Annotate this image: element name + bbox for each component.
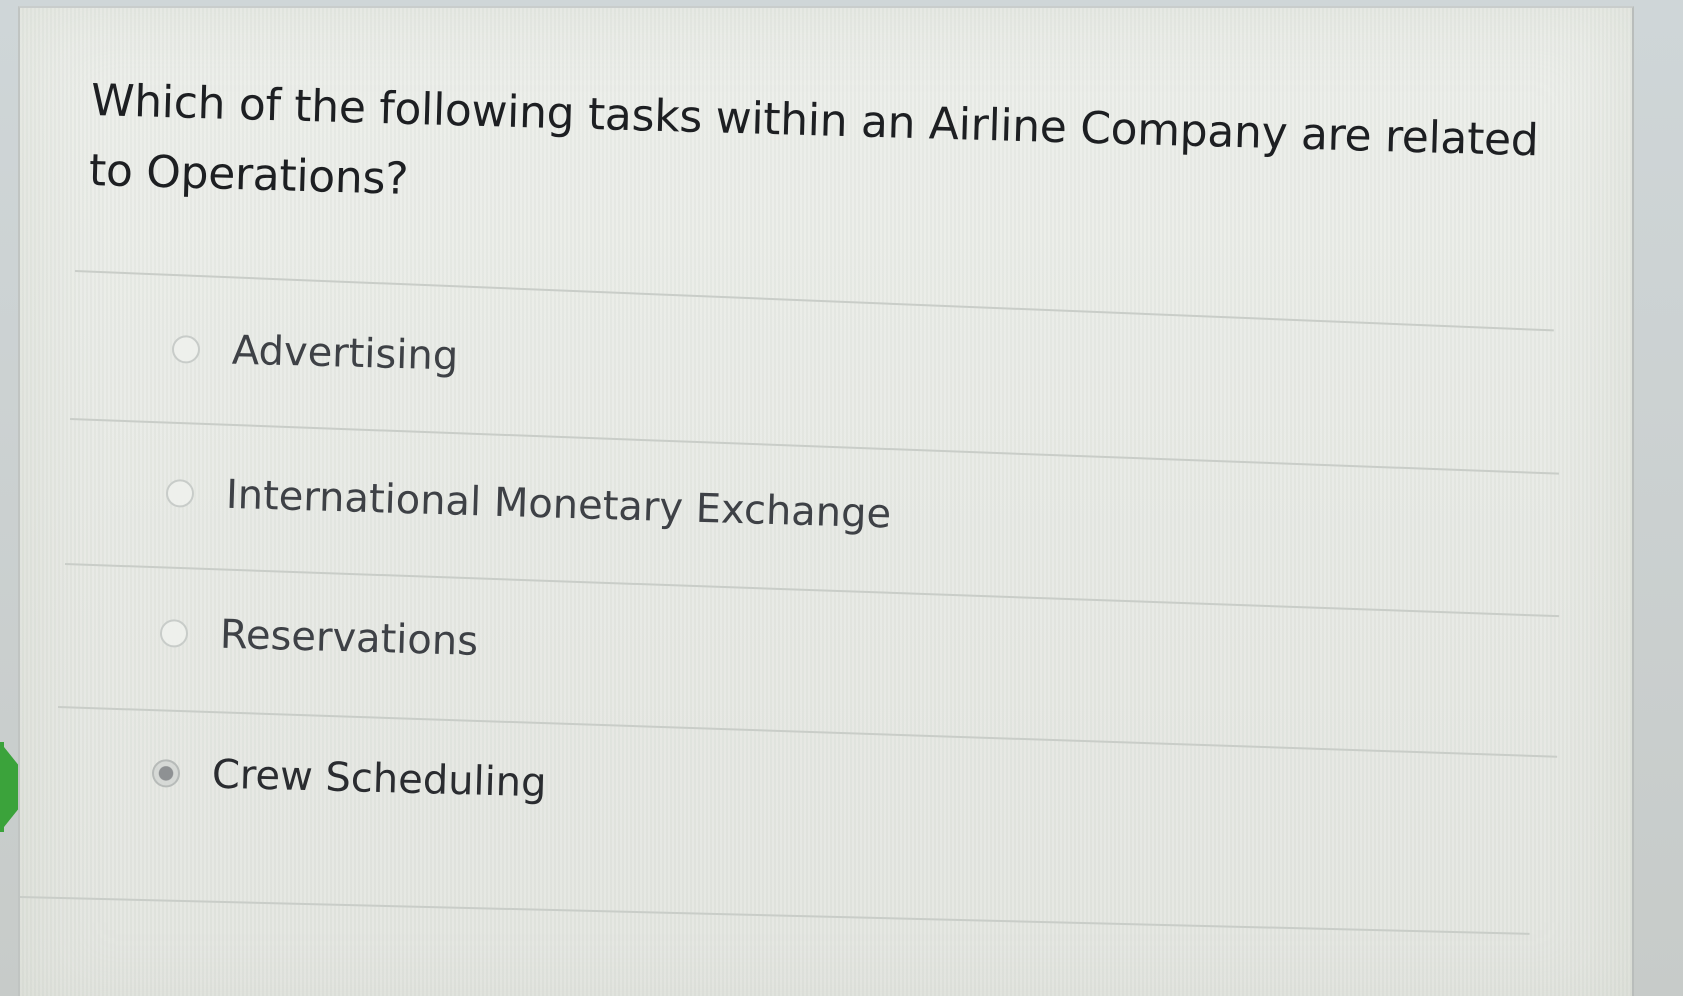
option-divider xyxy=(74,270,1554,332)
option-advertising[interactable]: Advertising xyxy=(171,326,459,380)
option-advertising-label: Advertising xyxy=(231,327,459,380)
question-text: Which of the following tasks within an A… xyxy=(88,74,1540,205)
option-divider xyxy=(69,418,1560,475)
question-card: Which of the following tasks within an A… xyxy=(18,6,1634,996)
option-international-monetary-exchange-label: International Monetary Exchange xyxy=(225,471,892,538)
option-reservations[interactable]: Reservations xyxy=(159,610,479,665)
option-crew-scheduling-label: Crew Scheduling xyxy=(211,751,548,807)
option-reservations-label: Reservations xyxy=(219,611,479,665)
option-reservations-radio[interactable] xyxy=(159,619,189,648)
option-divider xyxy=(19,896,1530,935)
option-advertising-radio[interactable] xyxy=(171,335,201,364)
option-divider xyxy=(57,706,1558,758)
quiz-screen: Which of the following tasks within an A… xyxy=(0,0,1683,996)
option-international-monetary-exchange[interactable]: International Monetary Exchange xyxy=(165,470,892,538)
option-crew-scheduling-radio[interactable] xyxy=(151,759,181,788)
option-international-monetary-exchange-radio[interactable] xyxy=(165,479,195,508)
option-divider xyxy=(64,563,1560,618)
option-crew-scheduling[interactable]: Crew Scheduling xyxy=(151,750,547,806)
